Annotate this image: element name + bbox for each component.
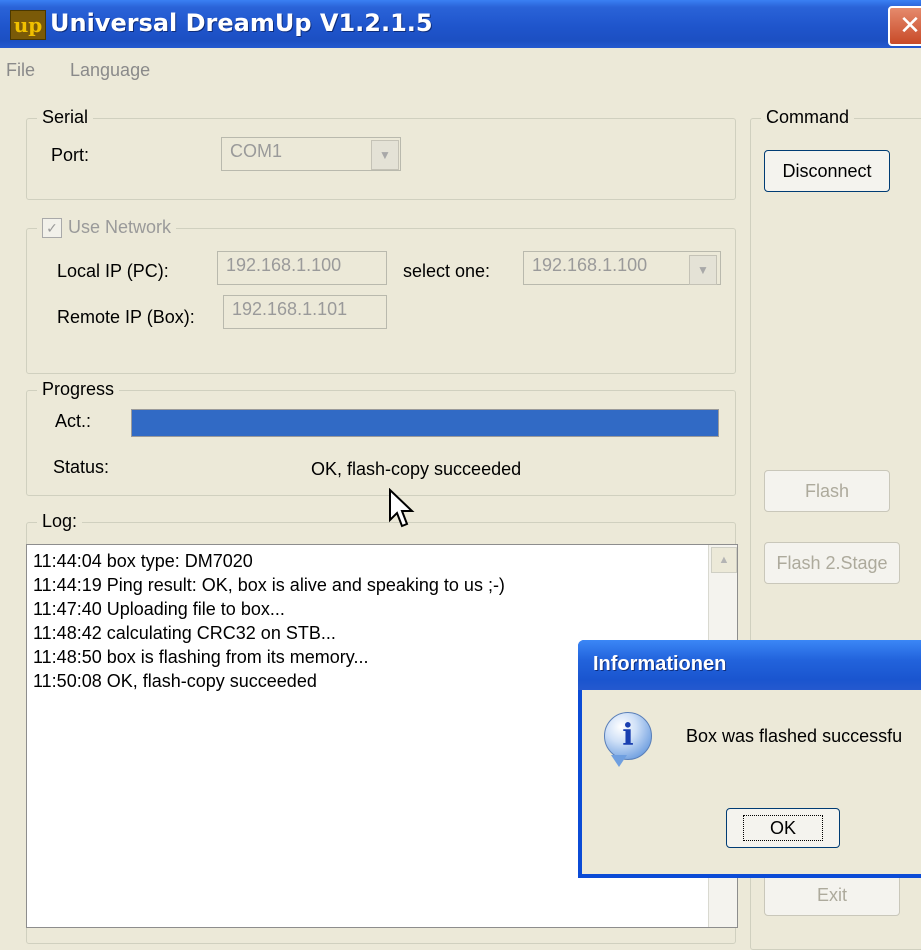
scroll-up-button[interactable]: ▲: [711, 547, 737, 573]
log-line: 11:47:40 Uploading file to box...: [33, 599, 285, 619]
progress-legend: Progress: [37, 379, 120, 400]
dialog-title-bar[interactable]: Informationen: [578, 640, 921, 690]
serial-group: Serial Port: COM1 ▼: [26, 107, 736, 200]
act-label: Act.:: [55, 411, 92, 431]
exit-button[interactable]: Exit: [764, 874, 900, 916]
network-legend: ✓ Use Network: [37, 217, 177, 238]
local-ip-label: Local IP (PC):: [57, 261, 169, 281]
log-line: 11:48:50 box is flashing from its memory…: [33, 647, 369, 667]
select-one-label: select one:: [403, 261, 491, 281]
log-line: 11:44:04 box type: DM7020: [33, 551, 253, 571]
progress-fill: [132, 410, 718, 436]
progress-bar: [131, 409, 719, 437]
command-legend: Command: [761, 107, 855, 128]
title-bar[interactable]: up Universal DreamUp V1.2.1.5 ✕: [0, 0, 921, 48]
disconnect-button[interactable]: Disconnect: [764, 150, 890, 192]
app-icon: up: [10, 10, 46, 40]
remote-ip-label: Remote IP (Box):: [57, 307, 195, 327]
menu-bar: File Language: [0, 52, 921, 88]
port-value: COM1: [230, 141, 283, 161]
information-dialog: Informationen i Box was flashed successf…: [578, 640, 921, 878]
dialog-message: Box was flashed successfu: [686, 726, 903, 746]
local-ip-field[interactable]: 192.168.1.100: [217, 251, 387, 285]
use-network-checkbox[interactable]: ✓: [42, 217, 62, 238]
port-label: Port:: [51, 145, 90, 165]
port-dropdown-button[interactable]: ▼: [371, 140, 399, 170]
menu-language[interactable]: Language: [70, 60, 150, 81]
window-title: Universal DreamUp V1.2.1.5: [50, 9, 433, 37]
information-icon: i: [604, 712, 652, 767]
log-legend: Log:: [37, 511, 83, 532]
flash-2-stage-button[interactable]: Flash 2.Stage: [764, 542, 900, 584]
chevron-up-icon: ▲: [718, 554, 730, 566]
serial-legend: Serial: [37, 107, 94, 128]
log-line: 11:44:19 Ping result: OK, box is alive a…: [33, 575, 505, 595]
dialog-title: Informationen: [593, 653, 727, 675]
status-label: Status:: [53, 457, 110, 477]
log-line: 11:50:08 OK, flash-copy succeeded: [33, 671, 317, 691]
ok-label: OK: [742, 815, 823, 841]
close-icon: ✕: [899, 10, 921, 40]
status-value: OK, flash-copy succeeded: [311, 459, 522, 479]
close-button[interactable]: ✕: [888, 6, 921, 46]
use-network-label: Use Network: [68, 217, 172, 237]
menu-file[interactable]: File: [6, 60, 35, 81]
ip-select-value: 192.168.1.100: [532, 255, 648, 275]
remote-ip-value: 192.168.1.101: [232, 299, 348, 319]
progress-group: Progress Act.: Status: OK, flash-copy su…: [26, 379, 736, 496]
chevron-down-icon: ▼: [697, 263, 709, 277]
chevron-down-icon: ▼: [379, 148, 391, 162]
local-ip-value: 192.168.1.100: [226, 255, 342, 275]
dialog-body: i Box was flashed successfu OK: [582, 690, 921, 874]
remote-ip-field[interactable]: 192.168.1.101: [223, 295, 387, 329]
log-line: 11:48:42 calculating CRC32 on STB...: [33, 623, 336, 643]
ip-dropdown-button[interactable]: ▼: [689, 255, 717, 285]
mouse-cursor-icon: [389, 488, 415, 528]
network-group: ✓ Use Network Local IP (PC): 192.168.1.1…: [26, 217, 736, 374]
ok-button[interactable]: OK: [726, 808, 840, 848]
flash-button[interactable]: Flash: [764, 470, 890, 512]
